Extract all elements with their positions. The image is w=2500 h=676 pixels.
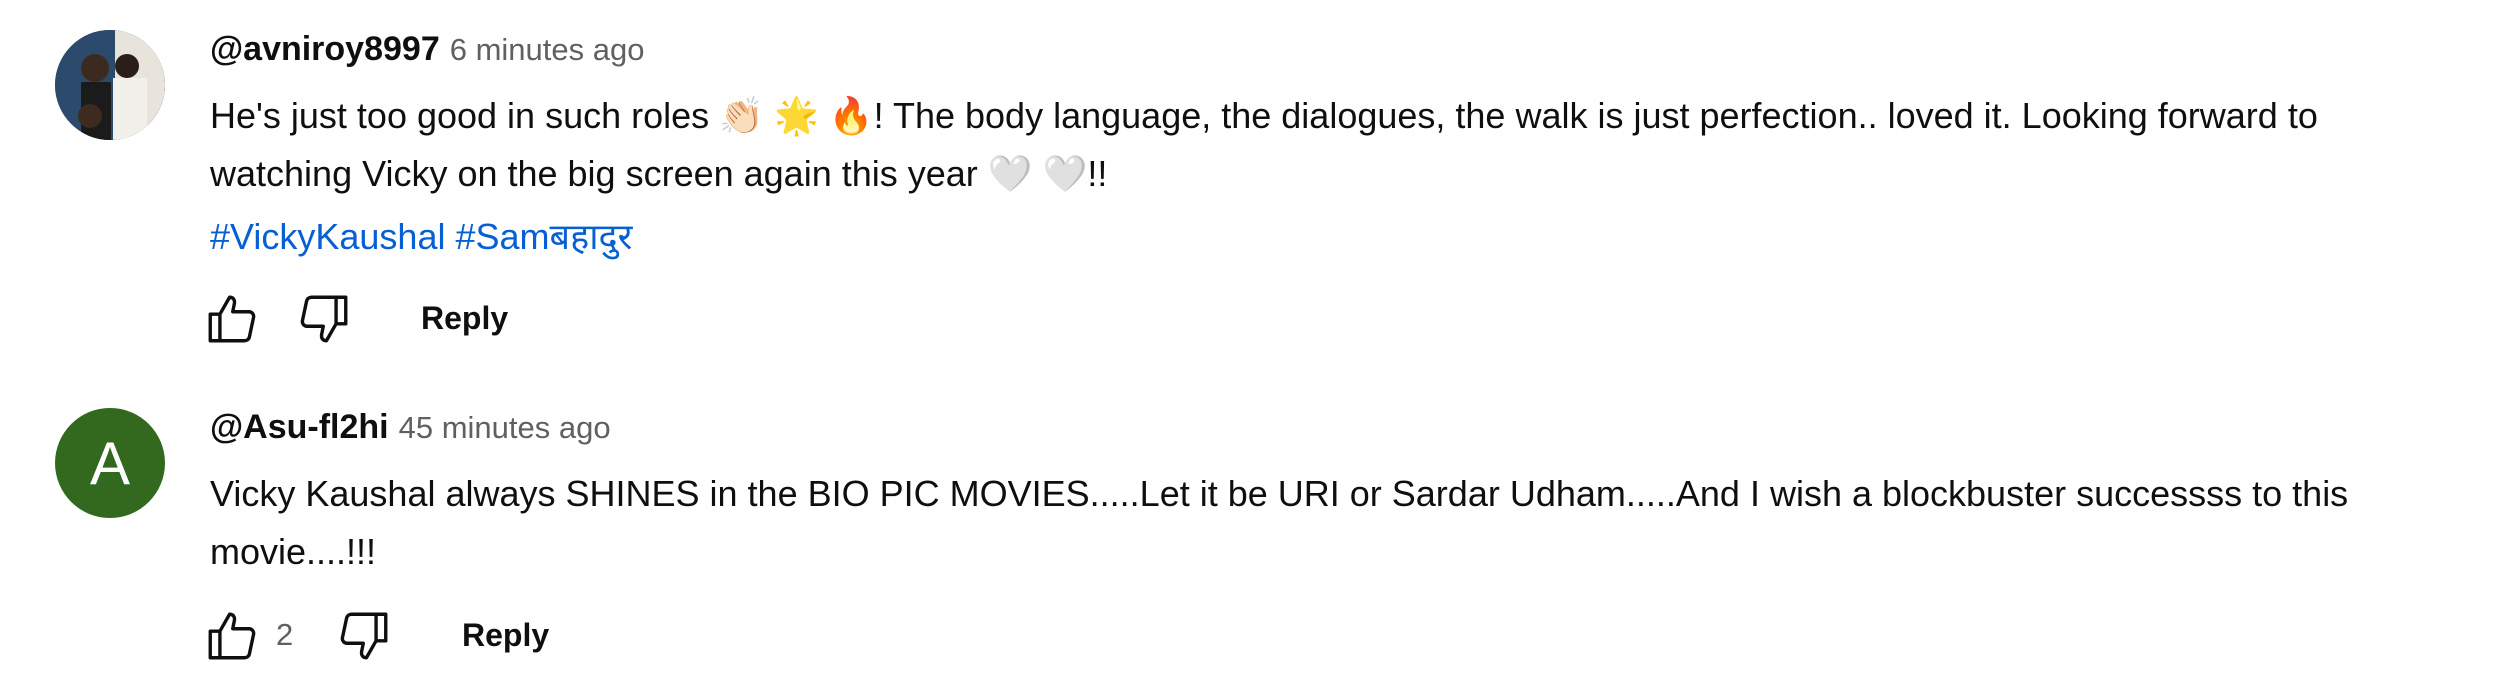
thumbs-down-icon <box>340 612 388 660</box>
comment-author[interactable]: @avniroy8997 <box>210 30 440 68</box>
comment-header: @Asu-fl2hi 45 minutes ago <box>210 408 611 447</box>
thumbs-up-icon <box>208 612 256 660</box>
like-button[interactable] <box>203 607 261 665</box>
like-count: 2 <box>276 617 294 652</box>
comment-author[interactable]: @Asu-fl2hi <box>210 408 389 446</box>
thumbs-down-icon <box>300 295 348 343</box>
dislike-button[interactable] <box>335 607 393 665</box>
dislike-button[interactable] <box>295 290 353 348</box>
thumbs-up-icon <box>208 295 256 343</box>
comment-text-line: He's just too good in such roles 👏🏻 🌟 🔥!… <box>210 95 2318 136</box>
avatar[interactable] <box>55 30 165 140</box>
avatar-letter: A <box>89 429 131 497</box>
like-button[interactable] <box>203 290 261 348</box>
comment-header: @avniroy8997 6 minutes ago <box>210 30 644 69</box>
comment-timestamp[interactable]: 6 minutes ago <box>450 32 645 67</box>
profile-photo-icon <box>55 30 165 140</box>
comment-text-line: watching Vicky on the big screen again t… <box>210 153 1108 194</box>
avatar[interactable]: A <box>55 408 165 518</box>
comment-text-line: Vicky Kaushal always SHINES in the BIO P… <box>210 473 2349 514</box>
comment-timestamp[interactable]: 45 minutes ago <box>399 410 611 445</box>
reply-button[interactable]: Reply <box>421 300 508 337</box>
reply-button[interactable]: Reply <box>462 617 549 654</box>
comment-hashtags[interactable]: #VickyKaushal #Samबहादुर <box>210 211 632 260</box>
comment-text-line: movie....!!! <box>210 531 377 572</box>
